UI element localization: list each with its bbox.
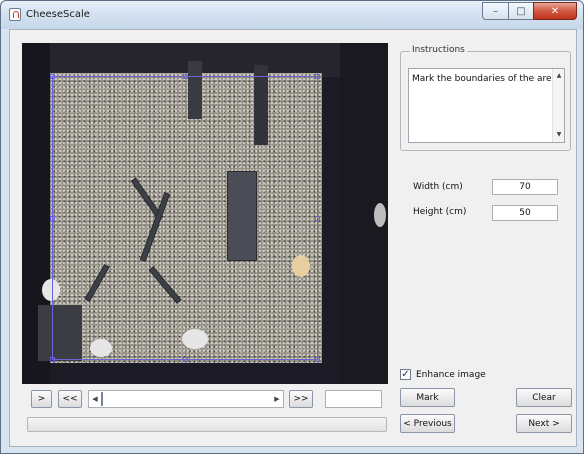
handle-bottom[interactable] [183, 357, 188, 362]
handle-top-left[interactable] [50, 74, 55, 79]
progress-bar [27, 417, 387, 432]
enhance-image-option[interactable]: ✓ Enhance image [400, 369, 486, 380]
check-icon: ✓ [401, 369, 410, 380]
minimize-icon: – [493, 5, 498, 17]
background-top [22, 43, 388, 77]
app-icon [9, 8, 21, 21]
video-frame[interactable] [22, 43, 388, 384]
window-controls: – □ ✕ [482, 2, 577, 20]
width-label: Width (cm) [413, 182, 463, 192]
instructions-legend: Instructions [410, 45, 467, 55]
instructions-textarea[interactable]: Mark the boundaries of the arena ▲ ▼ [408, 68, 565, 143]
fast-forward-button[interactable]: >> [289, 390, 313, 408]
handle-top-right[interactable] [315, 74, 320, 79]
clear-button[interactable]: Clear [516, 388, 572, 407]
instructions-text: Mark the boundaries of the arena [412, 74, 563, 84]
close-icon: ✕ [550, 5, 560, 17]
close-button[interactable]: ✕ [533, 2, 577, 20]
handle-bottom-left[interactable] [50, 357, 55, 362]
handle-left[interactable] [50, 216, 55, 221]
slider-left-icon[interactable]: ◀ [90, 392, 100, 406]
frame-slider[interactable]: ◀ ▶ [88, 390, 284, 408]
mark-button[interactable]: Mark [400, 388, 455, 407]
selection-rectangle[interactable] [50, 74, 320, 362]
handle-bottom-right[interactable] [315, 357, 320, 362]
height-label: Height (cm) [413, 207, 467, 217]
scroll-down-icon[interactable]: ▼ [554, 129, 564, 141]
slider-right-icon[interactable]: ▶ [272, 392, 282, 406]
window-title: CheeseScale [26, 9, 90, 20]
maximize-button[interactable]: □ [508, 2, 533, 20]
previous-button[interactable]: < Previous [400, 414, 455, 433]
slider-thumb[interactable] [101, 392, 103, 406]
frame-number-input[interactable] [325, 390, 382, 408]
scroll-up-icon[interactable]: ▲ [554, 70, 564, 82]
enhance-image-checkbox[interactable]: ✓ [400, 369, 411, 380]
width-input[interactable]: 70 [492, 179, 558, 195]
instructions-scrollbar[interactable]: ▲ ▼ [552, 69, 564, 142]
height-input[interactable]: 50 [492, 205, 558, 221]
instructions-group: Instructions Mark the boundaries of the … [400, 45, 571, 151]
rewind-button[interactable]: << [58, 390, 82, 408]
mouse-edge [374, 203, 386, 227]
minimize-button[interactable]: – [482, 2, 508, 20]
enhance-image-label: Enhance image [416, 369, 486, 380]
app-window: CheeseScale – □ ✕ Instructions Mark the … [0, 0, 584, 454]
main-panel: Instructions Mark the boundaries of the … [9, 29, 577, 447]
next-button[interactable]: Next > [516, 414, 572, 433]
handle-right[interactable] [315, 216, 320, 221]
handle-top[interactable] [183, 74, 188, 79]
step-forward-button[interactable]: > [31, 390, 52, 408]
title-bar[interactable]: CheeseScale – □ ✕ [1, 1, 583, 29]
maximize-icon: □ [516, 5, 526, 17]
